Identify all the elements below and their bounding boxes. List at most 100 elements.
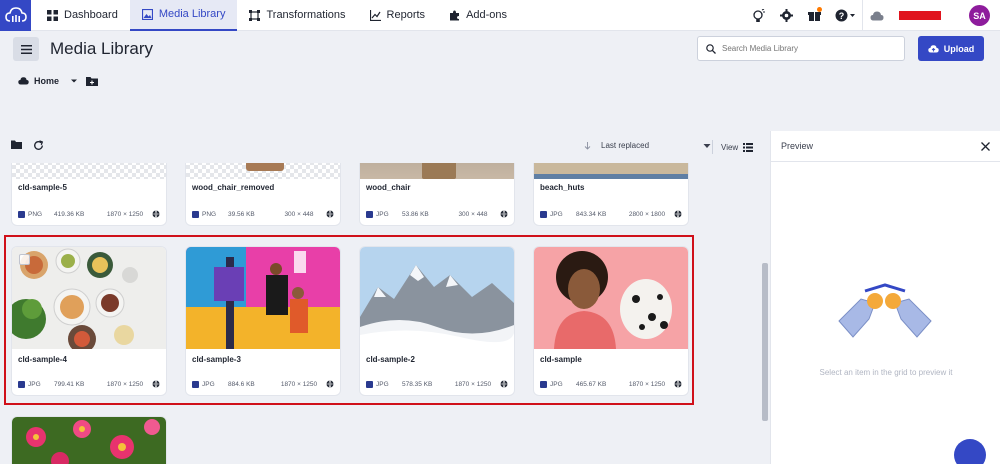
media-library-icon [141, 8, 153, 20]
gear-icon [779, 9, 793, 22]
asset-name[interactable]: cld-sample-3 [186, 353, 340, 367]
globe-icon [500, 380, 508, 388]
asset-card[interactable]: cld-sample-3 JPG 884.6 KB 1870 × 1250 [186, 247, 340, 395]
preview-title: Preview [781, 141, 814, 151]
asset-dimensions: 1870 × 1250 [106, 210, 144, 218]
lightbulb-icon [752, 8, 765, 22]
chevron-down-icon[interactable] [70, 77, 78, 85]
tips-button[interactable] [744, 0, 772, 31]
asset-thumbnail[interactable] [12, 163, 166, 179]
nav-dashboard[interactable]: Dashboard [35, 0, 130, 31]
asset-format: JPG [550, 380, 563, 388]
sort-control[interactable]: Last replaced [584, 141, 711, 150]
asset-thumbnail[interactable] [12, 417, 166, 464]
asset-card[interactable]: cld-sample-5 PNG 419.36 KB 1870 × 1250 [12, 163, 166, 225]
upload-button[interactable]: Upload [918, 36, 984, 61]
asset-name[interactable]: cld-sample-4 [12, 353, 166, 367]
asset-format: JPG [202, 380, 215, 388]
asset-meta: JPG 799.41 KB 1870 × 1250 [12, 373, 166, 395]
nav-transformations[interactable]: Transformations [237, 0, 357, 31]
asset-card[interactable]: cld-sample JPG 465.67 KB 1870 × 1250 [534, 247, 688, 395]
asset-card[interactable] [12, 417, 166, 464]
asset-name[interactable]: cld-sample-2 [360, 353, 514, 367]
asset-name[interactable]: wood_chair [360, 181, 514, 195]
asset-meta: JPG 53.86 KB 300 × 448 [360, 203, 514, 225]
asset-name[interactable]: cld-sample-5 [12, 181, 166, 195]
asset-card[interactable]: cld-sample-2 JPG 578.35 KB 1870 × 1250 [360, 247, 514, 395]
preview-empty-text: Select an item in the grid to preview it [819, 368, 953, 377]
whats-new-button[interactable] [800, 0, 828, 31]
asset-card[interactable]: wood_chair_removed PNG 39.56 KB 300 × 44… [186, 163, 340, 225]
nav-media-library[interactable]: Media Library [129, 0, 238, 31]
new-folder-icon[interactable] [86, 76, 99, 86]
cloud-icon [870, 11, 884, 20]
asset-size: 799.41 KB [54, 380, 85, 388]
asset-meta: JPG 465.67 KB 1870 × 1250 [534, 373, 688, 395]
asset-format: JPG [28, 380, 41, 388]
close-icon[interactable] [981, 141, 990, 151]
breadcrumb: Home [18, 76, 99, 86]
view-toggle[interactable]: View [712, 140, 754, 154]
grid-scrollbar[interactable] [761, 163, 769, 464]
asset-size: 39.56 KB [228, 210, 255, 218]
scrollbar-thumb[interactable] [762, 263, 768, 421]
reports-icon [369, 9, 381, 21]
basketball-image [186, 247, 340, 349]
cloudinary-logo[interactable] [0, 0, 31, 31]
redacted-account-name [899, 11, 941, 20]
avatar[interactable]: SA [969, 5, 990, 26]
sort-arrow-icon[interactable] [584, 141, 591, 150]
asset-size: 884.6 KB [228, 380, 255, 388]
image-format-icon [366, 210, 373, 218]
upload-button-label: Upload [943, 43, 975, 54]
help-menu-button[interactable]: ? [828, 0, 862, 31]
asset-name[interactable]: beach_huts [534, 181, 688, 195]
hamburger-icon [20, 44, 32, 54]
settings-button[interactable] [772, 0, 800, 31]
asset-thumbnail[interactable] [534, 247, 688, 349]
asset-card[interactable]: cld-sample-4 JPG 799.41 KB 1870 × 1250 [12, 247, 166, 395]
asset-size: 465.67 KB [576, 380, 607, 388]
asset-format: PNG [202, 210, 217, 218]
flowers-image [12, 417, 166, 464]
nav-addons-label: Add-ons [466, 9, 508, 21]
mountain-image [360, 247, 514, 349]
nav-transformations-label: Transformations [266, 9, 346, 21]
asset-thumbnail[interactable] [534, 163, 688, 179]
asset-card[interactable]: beach_huts JPG 843.34 KB 2800 × 1800 [534, 163, 688, 225]
image-format-icon [540, 380, 547, 388]
globe-icon [326, 210, 334, 218]
refresh-icon[interactable] [33, 140, 44, 151]
nav-addons[interactable]: Add-ons [437, 0, 519, 31]
asset-thumbnail[interactable] [186, 247, 340, 349]
globe-icon [152, 210, 160, 218]
asset-thumbnail[interactable] [186, 163, 340, 179]
asset-thumbnail[interactable] [360, 163, 514, 179]
search-input[interactable] [722, 44, 892, 53]
globe-icon [152, 380, 160, 388]
nav-reports[interactable]: Reports [358, 0, 438, 31]
asset-thumbnail[interactable] [360, 247, 514, 349]
folder-icon[interactable] [11, 140, 22, 149]
asset-thumbnail[interactable] [12, 247, 166, 349]
search-box[interactable] [697, 36, 905, 61]
hands-illustration-icon [838, 283, 932, 338]
sort-dropdown[interactable]: Last replaced [601, 141, 711, 150]
help-chat-button[interactable] [954, 439, 986, 464]
select-checkbox[interactable] [19, 254, 30, 265]
media-grid: cld-sample-5 PNG 419.36 KB 1870 × 1250 w… [0, 163, 760, 464]
image-format-icon [192, 210, 199, 218]
asset-size: 578.35 KB [402, 380, 433, 388]
asset-name[interactable]: wood_chair_removed [186, 181, 340, 195]
asset-size: 843.34 KB [576, 210, 607, 218]
asset-card[interactable]: wood_chair JPG 53.86 KB 300 × 448 [360, 163, 514, 225]
chevron-down-icon [703, 143, 711, 148]
asset-format: JPG [550, 210, 563, 218]
asset-name[interactable]: cld-sample [534, 353, 688, 367]
cloud-environment-button[interactable] [863, 0, 891, 31]
nav-dashboard-label: Dashboard [64, 9, 118, 21]
transformations-icon [249, 9, 261, 21]
asset-dimensions: 300 × 448 [458, 210, 488, 218]
menu-toggle-button[interactable] [13, 37, 39, 61]
breadcrumb-home[interactable]: Home [34, 76, 59, 86]
